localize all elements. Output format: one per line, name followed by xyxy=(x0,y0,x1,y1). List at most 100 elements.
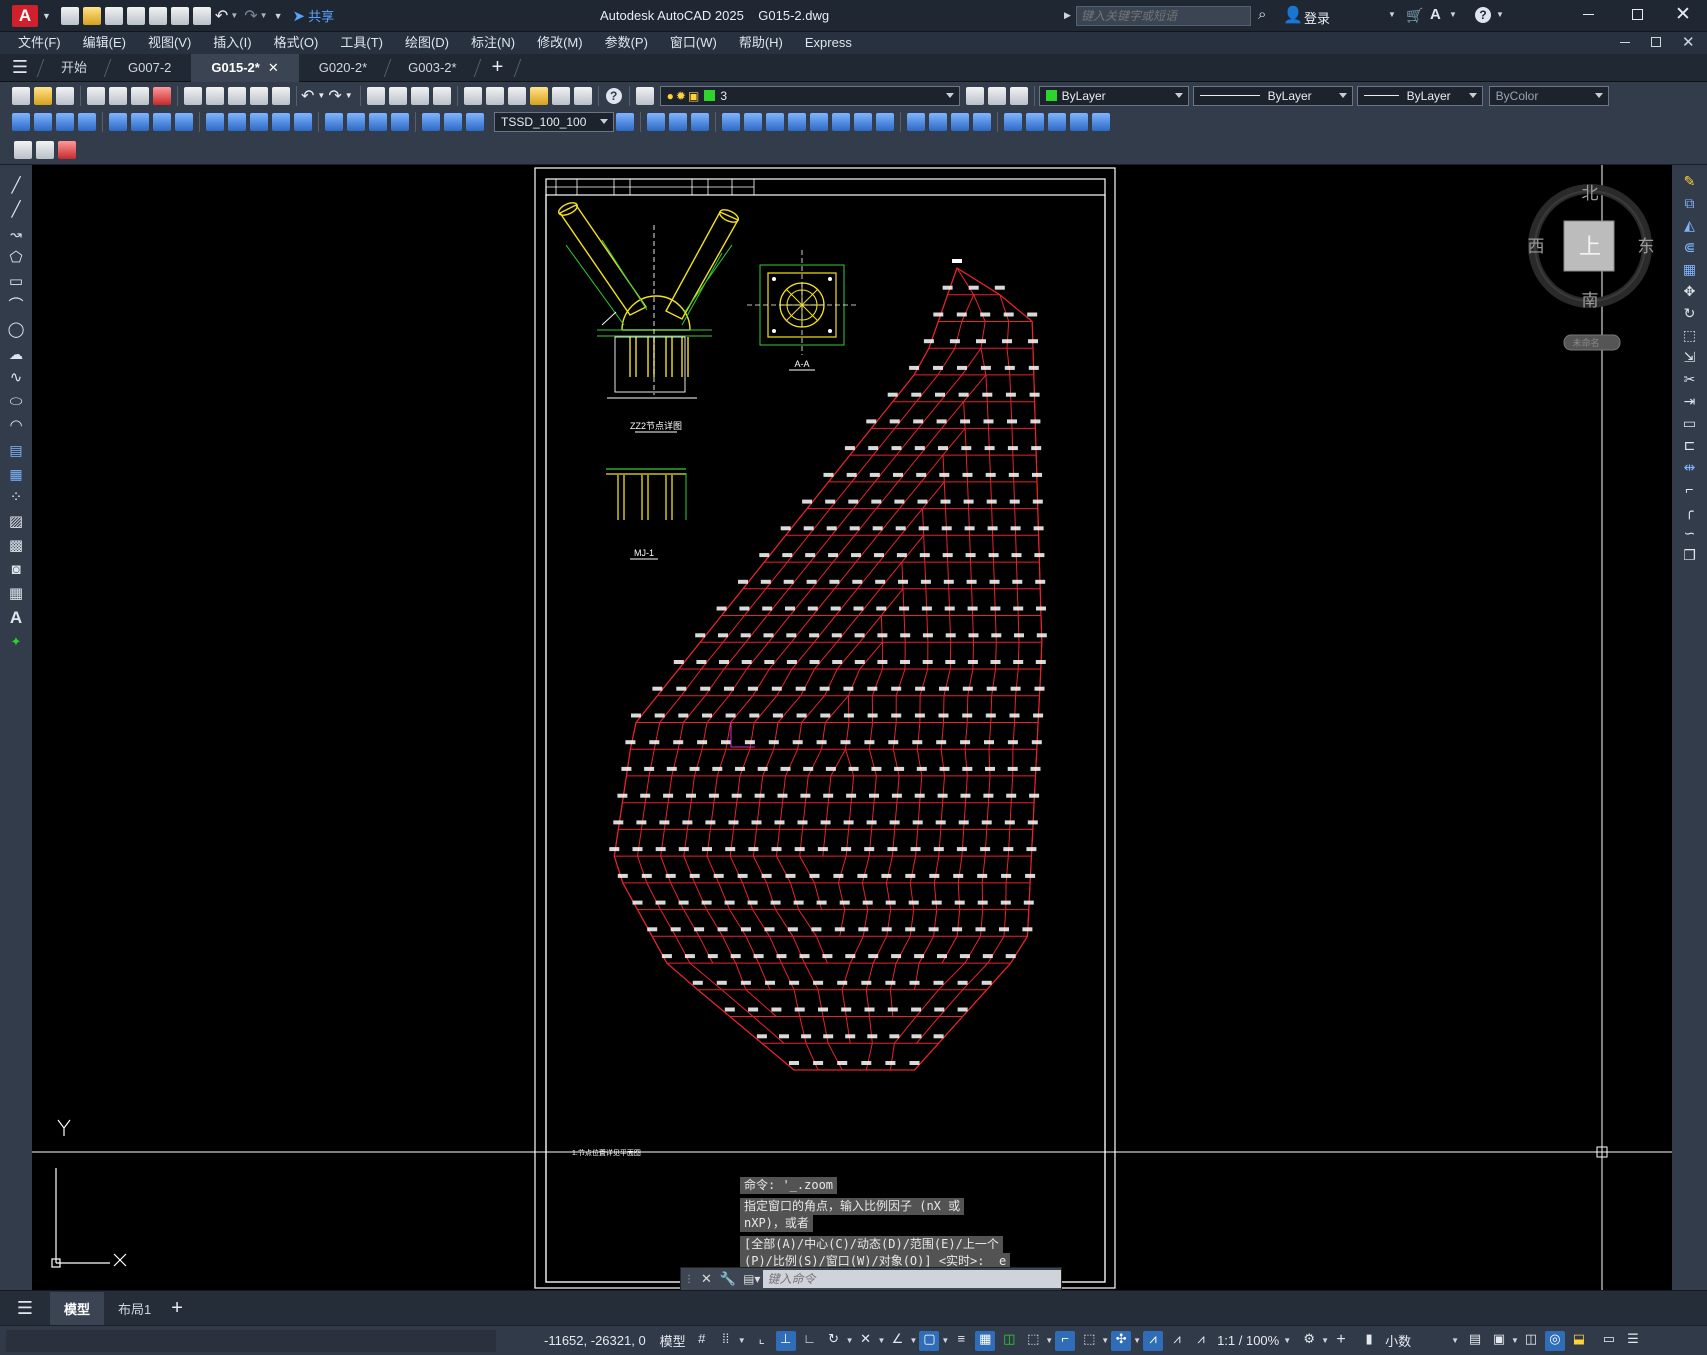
user-icon[interactable]: 👤 xyxy=(1283,5,1303,25)
fillet-icon[interactable] xyxy=(973,113,991,131)
ellipse-arc-icon[interactable]: ◠ xyxy=(5,415,27,437)
explode-icon[interactable]: ❒ xyxy=(1672,547,1707,569)
spline-icon[interactable]: ∿ xyxy=(5,367,27,389)
layer-properties-icon[interactable] xyxy=(635,86,654,105)
layer-state-icon[interactable] xyxy=(1009,86,1028,105)
scale-icon[interactable]: ⬚ xyxy=(1672,327,1707,349)
lock-ui-icon[interactable]: ▣ xyxy=(1489,1331,1509,1351)
polyline-icon[interactable]: ↝ xyxy=(5,223,27,245)
dimension-style-icon[interactable] xyxy=(616,113,634,131)
lineweight-icon[interactable]: ≡ xyxy=(951,1331,971,1351)
revision-cloud-icon[interactable]: ☁ xyxy=(5,343,27,365)
command-grip-icon[interactable]: ⋮ xyxy=(684,1274,694,1285)
rotate-icon[interactable] xyxy=(788,113,806,131)
chamfer-icon[interactable] xyxy=(951,113,969,131)
dimension-break-icon[interactable] xyxy=(294,113,312,131)
jogged-dimension-icon[interactable] xyxy=(131,113,149,131)
menu-insert[interactable]: 插入(I) xyxy=(202,32,262,54)
gradient-icon[interactable]: ▩ xyxy=(5,535,27,557)
copy-icon[interactable]: ⧉ xyxy=(1672,195,1707,217)
auto-scale-icon[interactable]: ⩘ xyxy=(1167,1331,1187,1351)
save-to-web-icon[interactable] xyxy=(170,6,189,25)
isodraft-icon[interactable]: ✕ xyxy=(856,1331,876,1351)
tab-g003-2[interactable]: G003-2* xyxy=(388,54,476,82)
arc-icon[interactable]: ⌒ xyxy=(5,295,27,317)
baseline-dimension-icon[interactable] xyxy=(228,113,246,131)
erase-icon[interactable] xyxy=(647,113,665,131)
menu-format[interactable]: 格式(O) xyxy=(263,32,330,54)
plot-icon[interactable] xyxy=(192,6,211,25)
ordinate-dimension-icon[interactable] xyxy=(78,113,96,131)
hamburger-menu-icon[interactable]: ☰ xyxy=(0,57,40,78)
menu-dimension[interactable]: 标注(N) xyxy=(460,32,526,54)
minimize-button[interactable] xyxy=(1583,14,1594,15)
insert-block-icon[interactable]: ▤ xyxy=(5,439,27,461)
close-command-icon[interactable]: ✕ xyxy=(701,1271,712,1287)
object-snap-tracking-icon[interactable]: ∠ xyxy=(887,1331,907,1351)
copy-object-icon[interactable] xyxy=(669,113,687,131)
open-icon[interactable] xyxy=(34,86,52,105)
cart-icon[interactable]: 🛒 xyxy=(1406,7,1423,24)
boundary-icon[interactable] xyxy=(1092,113,1110,131)
workspace-gear-icon[interactable]: ⚙ xyxy=(1299,1331,1319,1351)
mirror-icon[interactable]: ◭ xyxy=(1672,217,1707,239)
dimension-space-icon[interactable] xyxy=(272,113,290,131)
move-icon[interactable]: ✥ xyxy=(1672,283,1707,305)
add-layout-plus-icon[interactable]: + xyxy=(171,1297,183,1320)
array-icon[interactable]: ▦ xyxy=(1672,261,1707,283)
doc-close-button[interactable]: ✕ xyxy=(1682,33,1695,51)
quickcalc-icon[interactable] xyxy=(573,86,592,105)
tool-palettes-icon[interactable] xyxy=(507,86,526,105)
quick-dimension-icon[interactable] xyxy=(206,113,224,131)
close-tab-icon[interactable]: ✕ xyxy=(268,60,279,75)
menu-window[interactable]: 窗口(W) xyxy=(659,32,728,54)
drawing-canvas[interactable]: ZZ2节点详图 A-A MJ-1 1.节点位置详见平面图 上 北 南 西 东 未… xyxy=(32,165,1672,1290)
plot-icon[interactable] xyxy=(87,86,105,105)
selection-filter-icon[interactable]: ⬚ xyxy=(1079,1331,1099,1351)
autodesk-app-icon[interactable]: A xyxy=(1430,6,1441,23)
polar-tracking-icon[interactable]: ↻ xyxy=(824,1331,844,1351)
offset-icon[interactable] xyxy=(722,113,740,131)
sheet-set-icon[interactable] xyxy=(529,86,548,105)
break-icon[interactable] xyxy=(907,113,925,131)
plot-preview-icon[interactable] xyxy=(109,86,127,105)
table-icon[interactable]: ▦ xyxy=(5,583,27,605)
layout-tab-model[interactable]: 模型 xyxy=(50,1291,105,1325)
linear-dimension-icon[interactable] xyxy=(12,113,30,131)
join-icon[interactable]: ⇹ xyxy=(1672,459,1707,481)
dimension-text-edit-icon[interactable] xyxy=(444,113,462,131)
chamfer-icon[interactable]: ⌐ xyxy=(1672,481,1707,503)
line-icon[interactable]: ╱ xyxy=(5,175,27,197)
doc-minimize-button[interactable] xyxy=(1620,42,1630,43)
transparency-icon[interactable]: ▦ xyxy=(975,1330,996,1351)
multiline-text-icon[interactable]: A xyxy=(5,607,27,629)
layer-dropdown[interactable]: ● ✹ ▣ 3 xyxy=(659,85,960,106)
paste-icon[interactable] xyxy=(228,86,246,105)
linetype-dropdown[interactable]: ByLayer xyxy=(1192,85,1353,106)
diameter-dimension-icon[interactable] xyxy=(153,113,171,131)
plotstyle-dropdown[interactable]: ByColor xyxy=(1488,85,1609,106)
snap-mode-icon[interactable]: ⁞⁞ xyxy=(716,1331,736,1351)
redo-icon[interactable]: ↷ xyxy=(328,86,341,106)
cut-icon[interactable] xyxy=(184,86,202,105)
break-icon[interactable]: ⊏ xyxy=(1672,437,1707,459)
model-space-toggle[interactable]: 模型 xyxy=(656,1331,690,1350)
share-icon[interactable]: ➤ xyxy=(293,7,306,25)
hardware-acceleration-icon[interactable]: ◎ xyxy=(1544,1330,1565,1351)
aligned-dimension-icon[interactable] xyxy=(34,113,52,131)
gizmo-icon[interactable]: ✣ xyxy=(1111,1330,1132,1351)
rectangle-icon[interactable]: ▭ xyxy=(5,271,27,293)
close-button[interactable]: ✕ xyxy=(1675,3,1691,26)
match-properties-icon[interactable] xyxy=(250,86,268,105)
erase-icon[interactable]: ✎ xyxy=(1672,173,1707,195)
construction-line-icon[interactable]: ╱ xyxy=(5,199,27,221)
trim-icon[interactable] xyxy=(854,113,872,131)
stretch-icon[interactable]: ⇲ xyxy=(1672,349,1707,371)
menu-view[interactable]: 视图(V) xyxy=(137,32,202,54)
annotation-scale-icon[interactable]: ⩘ xyxy=(1191,1331,1211,1351)
point-icon[interactable]: ⁘ xyxy=(5,487,27,509)
tab-g015-2[interactable]: G015-2* ✕ xyxy=(191,53,299,82)
inspection-icon[interactable] xyxy=(369,113,387,131)
menu-parametric[interactable]: 参数(P) xyxy=(594,32,659,54)
search-input[interactable] xyxy=(1076,6,1251,26)
